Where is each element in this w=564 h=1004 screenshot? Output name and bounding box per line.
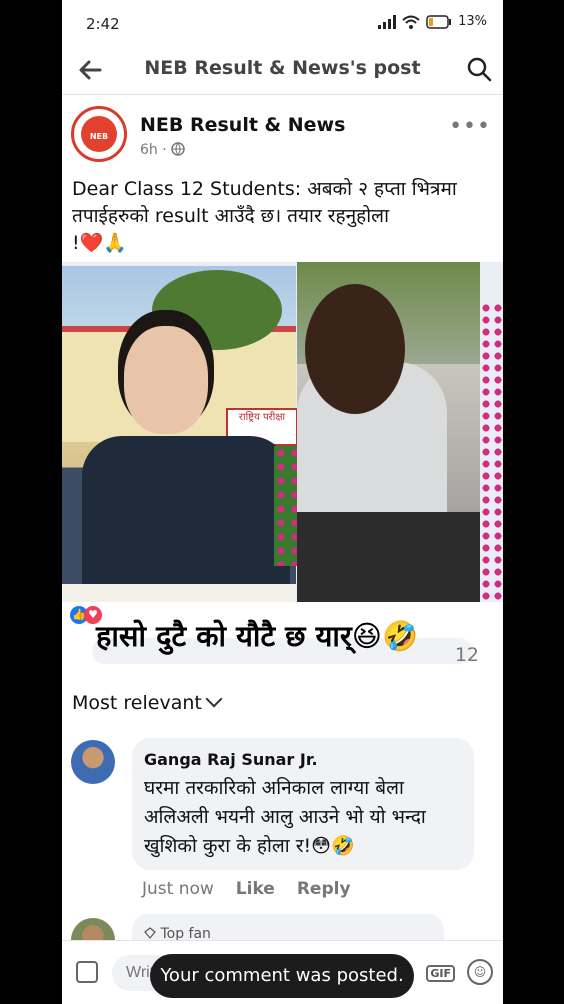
status-icons: 13% [378, 14, 487, 29]
crying-kid-photo [297, 262, 480, 602]
post-caption: Dear Class 12 Students: अबको २ हप्ता भित… [72, 176, 492, 257]
post-header: NEB NEB Result & News 6h · ••• [62, 100, 503, 170]
car-interior [297, 512, 480, 602]
sort-label: Most relevant [72, 692, 202, 714]
neb-logo: NEB [81, 116, 117, 152]
caption-line: तपाईहरुको result आउँदै छ। तयार रहनुहोला [72, 205, 389, 227]
search-icon[interactable] [465, 55, 493, 83]
app-bar: NEB Result & News's post [62, 46, 503, 95]
diamond-icon [144, 927, 156, 939]
wifi-icon [402, 15, 420, 29]
signal-icon [378, 14, 397, 29]
globe-icon [171, 142, 185, 156]
post-time: 6h · [140, 142, 185, 158]
page-title: NEB Result & News's post [144, 57, 421, 79]
emoji-icon[interactable]: ☺ [467, 959, 493, 985]
chevron-down-icon [205, 690, 223, 708]
back-arrow-icon[interactable] [76, 56, 104, 84]
status-time: 2:42 [86, 15, 120, 33]
status-bar: 2:42 13% [62, 0, 503, 46]
flowers-right [480, 302, 503, 602]
desk [62, 584, 296, 602]
reactions-row: 👍 ♥ हासो दुटै को यौटै छ यार्😆🤣 12 [62, 602, 503, 674]
overlay-caption: हासो दुटै को यौटै छ यार्😆🤣 [96, 619, 419, 653]
page-name[interactable]: NEB Result & News [140, 114, 345, 136]
student-figure [82, 436, 290, 602]
comment-author[interactable]: Ganga Raj Sunar Jr. [144, 750, 318, 769]
kid-face [305, 284, 405, 414]
comment-count[interactable]: 12 [455, 644, 479, 666]
comment-bubble[interactable]: Ganga Raj Sunar Jr. घरमा तरकारिको अनिकाल… [132, 738, 474, 870]
avatar[interactable] [71, 740, 115, 784]
caption-line: !❤️🙏 [72, 232, 127, 254]
battery-percent: 13% [458, 14, 487, 29]
gif-icon[interactable]: GIF [426, 965, 455, 982]
student-face [124, 326, 208, 434]
caption-line: Dear Class 12 Students: अबको २ हप्ता भित… [72, 178, 457, 200]
more-options-icon[interactable]: ••• [449, 114, 491, 139]
reply-button[interactable]: Reply [297, 879, 351, 899]
toast-message: Your comment was posted. [150, 954, 414, 998]
battery-icon [426, 14, 452, 29]
comment-time: Just now [142, 879, 214, 899]
student-photo: राष्ट्रिय परीक्षा [62, 266, 314, 602]
photo-icon[interactable] [76, 961, 98, 983]
phone-screen: 2:42 13% NEB Result & News's post NEB NE… [62, 0, 503, 1004]
sort-dropdown[interactable]: Most relevant [72, 690, 223, 714]
post-image[interactable]: राष्ट्रिय परीक्षा [62, 262, 503, 602]
comment-text: घरमा तरकारिको अनिकाल लाग्या बेला अलिअली … [144, 777, 426, 857]
like-button[interactable]: Like [236, 879, 275, 899]
page-avatar[interactable]: NEB [71, 106, 127, 162]
comment-actions: Just now Like Reply [142, 879, 351, 899]
